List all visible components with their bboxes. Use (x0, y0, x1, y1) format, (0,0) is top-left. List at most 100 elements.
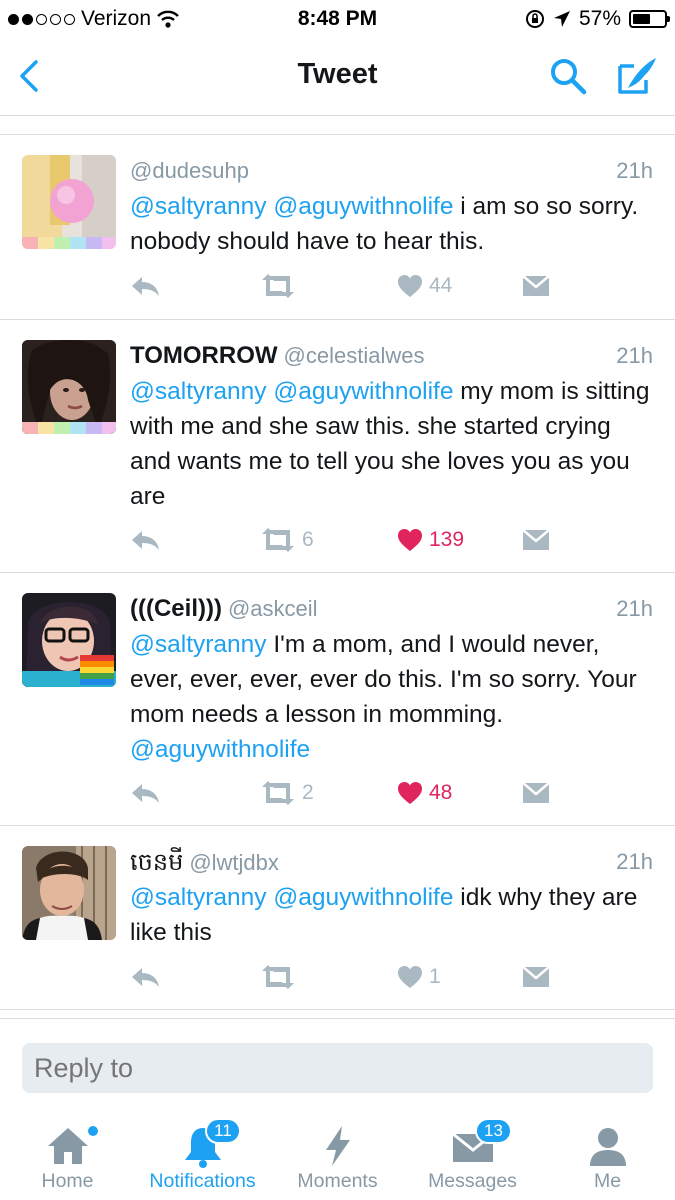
tab-label: Me (593, 1170, 622, 1192)
tweet-header: @dudesuhp 21h (130, 155, 653, 187)
retweet-icon (262, 528, 294, 552)
reply-button[interactable] (130, 778, 160, 808)
status-bar: Verizon 8:48 PM 57% (0, 0, 675, 38)
reply-composer (0, 1018, 675, 1110)
tab-label: Moments (297, 1170, 378, 1192)
battery-icon (629, 10, 670, 28)
tweet-actions: 6 139 (130, 525, 653, 555)
tweet-text: @saltyranny @aguywithnolife idk why they… (130, 880, 655, 950)
status-right: 57% (525, 7, 670, 31)
like-count: 48 (429, 781, 453, 804)
mention-link[interactable]: @saltyranny @aguywithnolife (130, 193, 453, 220)
heart-icon (398, 966, 422, 988)
tab-messages[interactable]: 13 Messages (405, 1110, 540, 1200)
reply-icon (132, 968, 159, 987)
retweet-icon (262, 781, 294, 805)
reply-icon (132, 277, 159, 296)
tweet-header: ចេនមី @lwtjdbx 21h (130, 846, 653, 878)
reply-input[interactable] (22, 1043, 653, 1093)
like-button[interactable]: 48 (397, 778, 452, 808)
rotation-lock-icon (525, 10, 544, 28)
retweet-count: 6 (302, 528, 314, 551)
retweet-button[interactable]: 2 (260, 778, 314, 808)
heart-icon (398, 275, 422, 297)
like-count: 44 (429, 274, 453, 297)
tab-label: Notifications (149, 1170, 256, 1192)
mention-link[interactable]: @saltyranny @aguywithnolife (130, 378, 453, 405)
like-count: 139 (429, 528, 465, 551)
direct-message-button[interactable] (522, 525, 550, 555)
like-button[interactable]: 1 (397, 962, 441, 992)
tab-notifications[interactable]: 11 Notifications (135, 1110, 270, 1200)
tweet-actions: 2 48 (130, 778, 653, 808)
display-name[interactable]: (((Ceil))) (130, 595, 222, 622)
mention-link[interactable]: @saltyranny @aguywithnolife (130, 884, 453, 911)
tweet-header: TOMORROW @celestialwes 21h (130, 340, 653, 372)
reply-button[interactable] (130, 525, 160, 555)
tab-home[interactable]: Home (0, 1110, 135, 1200)
timestamp: 21h (616, 849, 653, 874)
like-button[interactable]: 44 (397, 271, 452, 301)
messages-badge: 13 (475, 1118, 512, 1144)
reply-feed: @dudesuhp 21h @saltyranny @aguywithnolif… (0, 134, 675, 1010)
tweet-text: @saltyranny @aguywithnolife my mom is si… (130, 374, 655, 514)
mention-link[interactable]: @saltyranny (130, 631, 267, 658)
display-name[interactable]: TOMORROW (130, 342, 278, 369)
reply-icon (132, 784, 159, 803)
like-button[interactable]: 139 (397, 525, 464, 555)
timestamp: 21h (616, 343, 653, 368)
navigation-bar: Tweet (0, 38, 675, 116)
timestamp: 21h (616, 596, 653, 621)
location-arrow-icon (553, 11, 570, 27)
retweet-button[interactable] (260, 962, 302, 992)
user-handle[interactable]: @askceil (228, 596, 318, 621)
envelope-icon (522, 529, 550, 550)
notifications-badge: 11 (205, 1118, 241, 1144)
compose-icon[interactable] (614, 54, 658, 98)
lightning-icon (325, 1126, 350, 1166)
tweet[interactable]: (((Ceil))) @askceil 21h @saltyranny I'm a… (0, 573, 675, 826)
tab-bar: Home 11 Notifications Moments 13 Message… (0, 1110, 675, 1200)
home-icon (47, 1128, 88, 1164)
display-name[interactable]: ចេនមី (130, 848, 183, 876)
avatar[interactable] (22, 155, 116, 249)
home-unread-dot (88, 1126, 98, 1136)
tweet[interactable]: ចេនមី @lwtjdbx 21h @saltyranny @aguywithn… (0, 826, 675, 1010)
avatar[interactable] (22, 593, 116, 687)
like-count: 1 (429, 965, 441, 988)
tweet-header: (((Ceil))) @askceil 21h (130, 593, 653, 625)
person-icon (589, 1128, 626, 1166)
tweet-actions: 44 (130, 271, 653, 301)
tweet[interactable]: @dudesuhp 21h @saltyranny @aguywithnolif… (0, 135, 675, 320)
battery-percent: 57% (578, 7, 621, 30)
timestamp: 21h (616, 158, 653, 183)
direct-message-button[interactable] (522, 271, 550, 301)
mention-link[interactable]: @aguywithnolife (130, 736, 310, 763)
heart-icon (398, 782, 422, 804)
reply-button[interactable] (130, 271, 160, 301)
retweet-button[interactable] (260, 271, 302, 301)
retweet-icon (262, 965, 294, 989)
tab-me[interactable]: Me (540, 1110, 675, 1200)
retweet-count: 2 (302, 781, 314, 804)
tab-label: Messages (428, 1170, 517, 1192)
user-handle[interactable]: @dudesuhp (130, 158, 249, 183)
tab-label: Home (41, 1170, 94, 1192)
user-handle[interactable]: @celestialwes (284, 343, 425, 368)
tweet-text: @saltyranny @aguywithnolife i am so so s… (130, 189, 655, 259)
direct-message-button[interactable] (522, 962, 550, 992)
tab-moments[interactable]: Moments (270, 1110, 405, 1200)
avatar[interactable] (22, 340, 116, 434)
envelope-icon (522, 275, 550, 296)
retweet-button[interactable]: 6 (260, 525, 314, 555)
reply-icon (132, 531, 159, 550)
user-handle[interactable]: @lwtjdbx (189, 850, 279, 875)
reply-button[interactable] (130, 962, 160, 992)
tweet-text: @saltyranny I'm a mom, and I would never… (130, 627, 655, 767)
retweet-icon (262, 274, 294, 298)
direct-message-button[interactable] (522, 778, 550, 808)
tweet[interactable]: TOMORROW @celestialwes 21h @saltyranny @a… (0, 320, 675, 573)
search-icon[interactable] (548, 56, 588, 96)
envelope-icon (522, 782, 550, 803)
avatar[interactable] (22, 846, 116, 940)
